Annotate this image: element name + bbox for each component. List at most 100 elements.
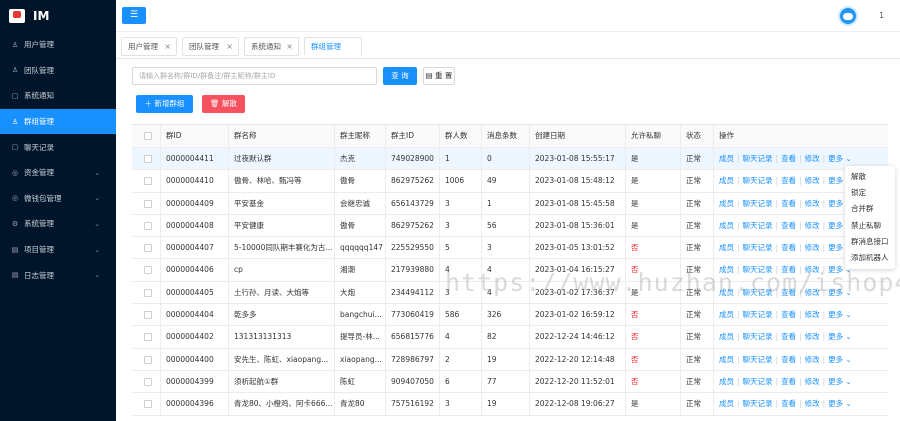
row-action-link[interactable]: 查看: [781, 399, 796, 408]
sidebar-item[interactable]: ◎ 资金管理 ⌄: [0, 160, 116, 186]
user-name[interactable]: 1: [879, 11, 884, 20]
row-action-link[interactable]: 成员: [719, 199, 734, 208]
table-row: 0000004410 傲骨、林哈、甄冯等 傲骨 862975262 1006 49 2023…: [132, 170, 888, 193]
row-checkbox[interactable]: [144, 288, 152, 297]
row-action-link[interactable]: 更多 ⌄: [828, 355, 852, 364]
row-action-link[interactable]: 聊天记录: [743, 310, 773, 319]
row-action-link[interactable]: 聊天记录: [743, 332, 773, 341]
row-action-link[interactable]: 查看: [781, 310, 796, 319]
sidebar-item[interactable]: ♙ 群组管理: [0, 108, 116, 135]
tab-item[interactable]: 群组管理: [304, 37, 362, 56]
row-action-link[interactable]: 修改: [805, 221, 820, 230]
row-action-link[interactable]: 成员: [719, 176, 734, 185]
row-action-link[interactable]: 更多 ⌄: [828, 332, 852, 341]
more-menu-item[interactable]: 禁止私聊: [845, 218, 895, 234]
table-cell: 正常: [680, 348, 713, 370]
row-action-link[interactable]: 成员: [719, 221, 734, 230]
row-checkbox[interactable]: [144, 355, 152, 364]
row-checkbox[interactable]: [144, 155, 152, 163]
row-action-link[interactable]: 成员: [719, 332, 734, 341]
table-cell: 2022-12-24 14:46:12: [529, 326, 625, 348]
main-area: ☰ 1 用户管理 × 团队管理 × 系统通知 × 群组管理 请输入群名称/群ID/群备注/群…: [116, 0, 900, 421]
reset-button[interactable]: ▤ 重 置: [423, 67, 455, 85]
row-action-link[interactable]: 成员: [719, 399, 734, 408]
search-input[interactable]: 请输入群名称/群ID/群备注/群主昵称/群主ID: [132, 67, 377, 85]
row-action-link[interactable]: 修改: [805, 399, 820, 408]
close-icon[interactable]: ×: [226, 38, 233, 55]
sidebar-item[interactable]: ♙ 团队管理: [0, 58, 116, 84]
row-checkbox[interactable]: [144, 221, 152, 230]
user-avatar[interactable]: [838, 6, 858, 26]
tab-item[interactable]: 系统通知 ×: [244, 37, 299, 56]
close-icon[interactable]: ×: [286, 38, 293, 55]
query-button[interactable]: 查 询: [383, 67, 417, 85]
more-menu-item[interactable]: 解散: [845, 169, 895, 185]
row-action-link[interactable]: 修改: [805, 377, 820, 386]
row-checkbox[interactable]: [144, 177, 152, 186]
more-menu-item[interactable]: 添加机器人: [845, 250, 895, 266]
row-action-link[interactable]: 查看: [781, 377, 796, 386]
row-action-link[interactable]: 聊天记录: [743, 377, 773, 386]
row-checkbox[interactable]: [144, 377, 152, 386]
tab-item[interactable]: 用户管理 ×: [121, 37, 177, 56]
sidebar-item[interactable]: ♙ 用户管理: [0, 32, 116, 58]
row-action-link[interactable]: 更多 ⌄: [828, 310, 852, 319]
row-action-link[interactable]: 修改: [805, 199, 820, 208]
row-action-link[interactable]: 聊天记录: [743, 355, 773, 364]
sidebar-item[interactable]: ▢ 系统通知: [0, 83, 116, 109]
row-action-link[interactable]: 查看: [781, 243, 796, 252]
row-action-link[interactable]: 修改: [805, 154, 820, 163]
row-action-link[interactable]: 聊天记录: [743, 199, 773, 208]
row-action-link[interactable]: 成员: [719, 355, 734, 364]
row-action-link[interactable]: 查看: [781, 154, 796, 163]
row-action-link[interactable]: 聊天记录: [743, 154, 773, 163]
more-menu-item[interactable]: 群消息接口: [845, 234, 895, 250]
more-menu-item[interactable]: 锁定: [845, 185, 895, 201]
row-action-link[interactable]: 修改: [805, 355, 820, 364]
row-action-link[interactable]: 查看: [781, 176, 796, 185]
row-checkbox[interactable]: [144, 333, 152, 342]
table-cell: 平安健康: [228, 214, 334, 237]
add-group-button[interactable]: ＋ 新增群组: [136, 95, 193, 113]
row-action-link[interactable]: 聊天记录: [743, 221, 773, 230]
row-action-link[interactable]: 查看: [781, 199, 796, 208]
row-checkbox[interactable]: [144, 311, 152, 320]
row-checkbox[interactable]: [144, 266, 152, 275]
row-action-link[interactable]: 修改: [805, 243, 820, 252]
row-action-link[interactable]: 查看: [781, 332, 796, 341]
row-actions: 成员 | 聊天记录 | 查看 | 修改 | 更多 ⌄: [713, 326, 888, 348]
row-action-link[interactable]: 聊天记录: [743, 176, 773, 185]
row-action-link[interactable]: 查看: [781, 355, 796, 364]
sidebar-item[interactable]: ◎ 微钱包管理 ⌄: [0, 186, 116, 212]
row-checkbox[interactable]: [144, 400, 152, 409]
row-action-link[interactable]: 修改: [805, 310, 820, 319]
select-all-checkbox[interactable]: [144, 132, 152, 140]
table-cell: 过夜默认群: [228, 148, 334, 170]
row-action-link[interactable]: 成员: [719, 243, 734, 252]
row-action-link[interactable]: 更多 ⌄: [828, 154, 852, 163]
row-action-link[interactable]: 更多 ⌄: [828, 399, 852, 408]
dissolve-button[interactable]: 🗑 解散: [202, 95, 245, 113]
row-action-link[interactable]: 聊天记录: [743, 243, 773, 252]
row-action-link[interactable]: 聊天记录: [743, 399, 773, 408]
menu-fold-button[interactable]: ☰: [122, 7, 146, 24]
close-icon[interactable]: ×: [164, 38, 171, 55]
more-menu-item[interactable]: 合并群: [845, 201, 895, 217]
row-action-link[interactable]: 修改: [805, 176, 820, 185]
sidebar-item[interactable]: ▤ 日志管理 ⌄: [0, 262, 116, 288]
sidebar-item[interactable]: ▤ 项目管理 ⌄: [0, 237, 116, 263]
tab-item[interactable]: 团队管理 ×: [182, 37, 239, 56]
table-cell: 2023-01-08 15:48:12: [529, 170, 625, 192]
table-cell: 82: [481, 326, 529, 348]
row-action-link[interactable]: 成员: [719, 377, 734, 386]
sidebar-item[interactable]: ▢ 聊天记录: [0, 134, 116, 160]
row-checkbox[interactable]: [144, 244, 152, 253]
sidebar-item[interactable]: ⚙ 系统管理 ⌄: [0, 211, 116, 237]
row-action-link[interactable]: 查看: [781, 221, 796, 230]
row-action-link[interactable]: 更多 ⌄: [828, 377, 852, 386]
row-action-link[interactable]: 修改: [805, 332, 820, 341]
row-select-cell: [132, 326, 160, 347]
row-checkbox[interactable]: [144, 199, 152, 208]
row-action-link[interactable]: 成员: [719, 310, 734, 319]
row-action-link[interactable]: 成员: [719, 154, 734, 163]
